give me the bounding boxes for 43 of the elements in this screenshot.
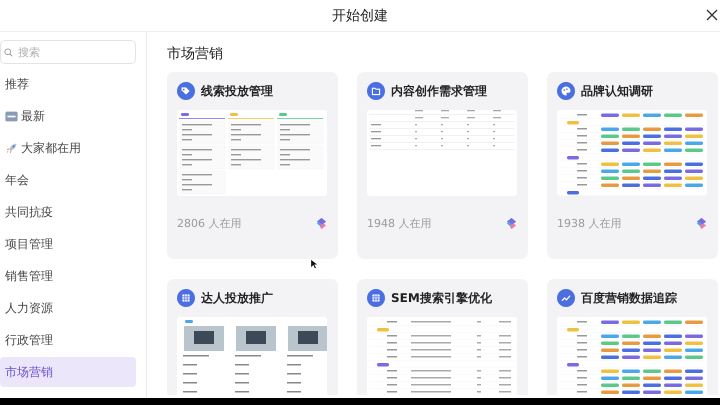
sidebar-item[interactable]: 大家都在用 <box>0 133 136 163</box>
card-title: SEM搜索引擎优化 <box>391 290 492 306</box>
usage-count: 1948 人在用 <box>367 216 432 231</box>
section-title: 市场营销 <box>167 45 224 63</box>
sidebar-item[interactable]: 推荐 <box>0 69 136 99</box>
search-field[interactable]: 搜索 <box>0 40 136 64</box>
sidebar-item[interactable]: 行政管理 <box>0 325 136 355</box>
folder-icon <box>367 82 385 100</box>
sidebar-item[interactable]: 人力资源 <box>0 293 136 323</box>
grid-icon <box>177 289 195 307</box>
card-title: 品牌认知调研 <box>581 82 653 100</box>
template-card[interactable]: 品牌认知调研 1938 人在用 <box>547 72 718 259</box>
new-badge-icon <box>5 110 18 122</box>
grid-icon <box>367 289 385 307</box>
usage-count: 2806 人在用 <box>177 216 242 231</box>
template-card[interactable]: SEM搜索引擎优化 <box>357 279 528 395</box>
template-card[interactable]: 百度营销数据追踪 <box>547 279 718 395</box>
search-input[interactable]: 搜索 <box>16 44 120 60</box>
card-title: 达人投放推广 <box>201 290 273 306</box>
cursor-icon <box>310 258 318 270</box>
trend-chart-icon <box>557 289 575 307</box>
template-card[interactable]: 达人投放推广 <box>167 279 338 395</box>
tag-icon <box>177 82 195 100</box>
window-title: 开始创建 <box>332 6 388 24</box>
template-card[interactable]: 内容创作需求管理 1948 人在用 <box>357 72 528 259</box>
card-title: 线索投放管理 <box>201 82 273 100</box>
rocket-icon <box>5 142 18 154</box>
cube-logo-icon <box>505 217 518 230</box>
card-title: 百度营销数据追踪 <box>581 290 677 306</box>
sidebar-item[interactable]: 销售管理 <box>0 261 136 291</box>
cube-logo-icon <box>315 217 328 230</box>
sidebar-item[interactable]: 共同抗疫 <box>0 197 136 227</box>
sidebar-item[interactable]: 市场营销 <box>0 357 136 387</box>
close-icon[interactable] <box>706 9 718 21</box>
card-title: 内容创作需求管理 <box>391 82 487 100</box>
cube-logo-icon <box>695 217 708 230</box>
palette-icon <box>557 82 575 100</box>
sidebar-item[interactable]: 项目管理 <box>0 229 136 259</box>
usage-count: 1938 人在用 <box>557 216 622 231</box>
sidebar-item[interactable]: 最新 <box>0 101 136 131</box>
search-icon <box>4 48 13 56</box>
template-card[interactable]: 线索投放管理 2806 人在用 <box>167 72 338 259</box>
sidebar-item[interactable]: 年会 <box>0 165 136 195</box>
